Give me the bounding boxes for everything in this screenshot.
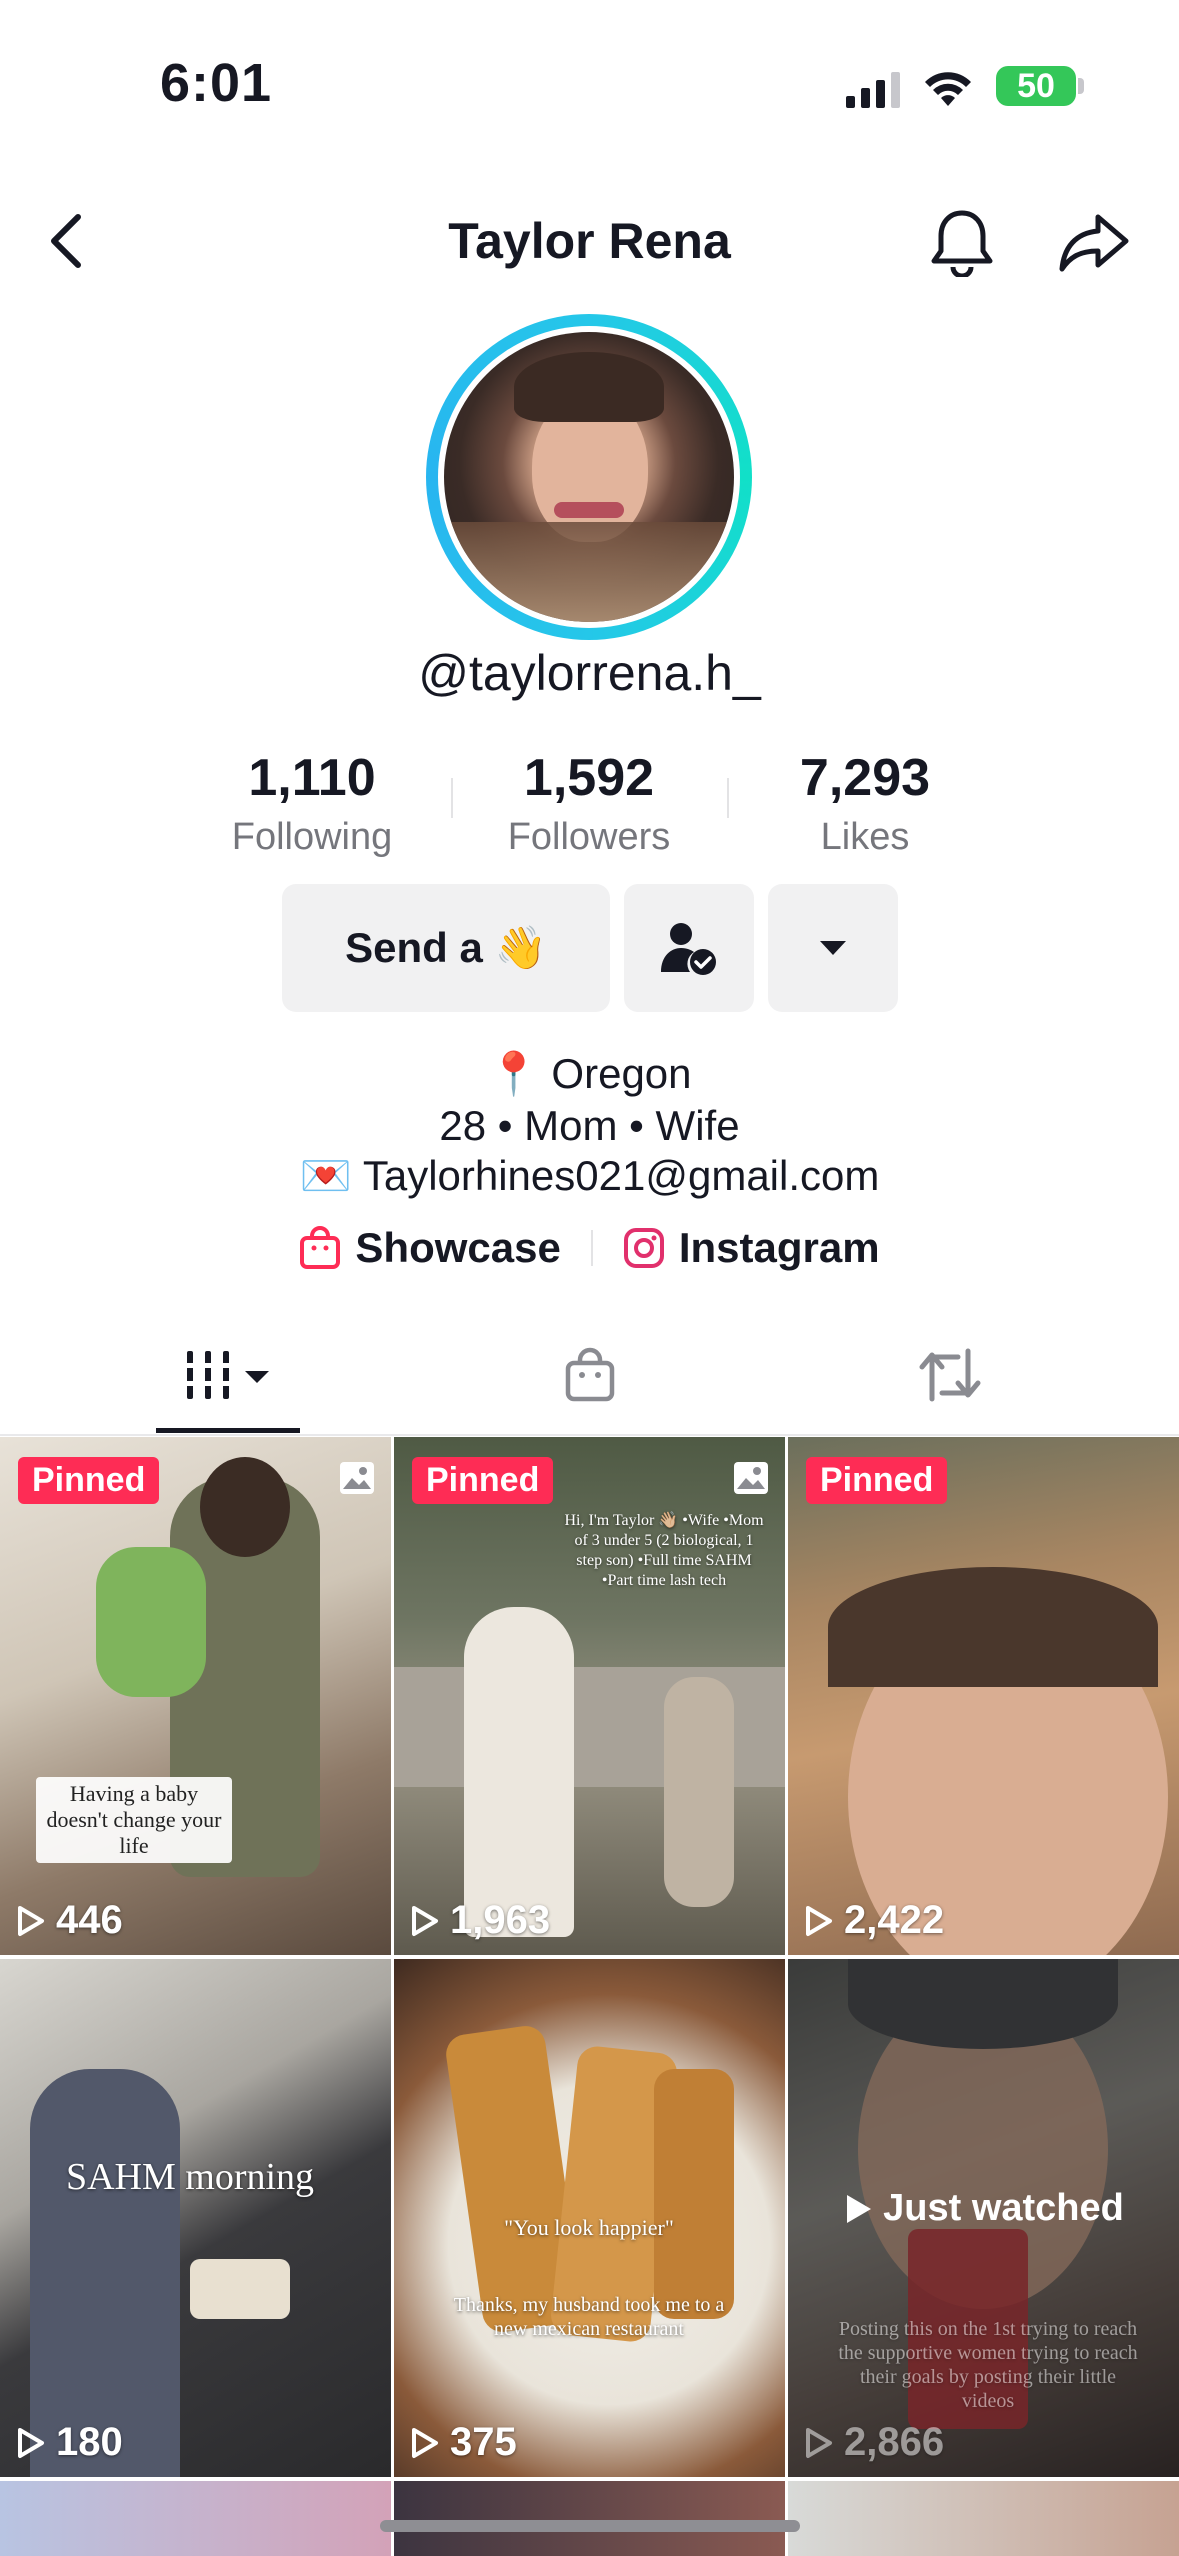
- photo-icon: [734, 1462, 768, 1494]
- view-count-value: 2,866: [844, 2420, 945, 2464]
- instagram-link[interactable]: Instagram: [623, 1224, 880, 1272]
- signal-icon: [846, 72, 902, 113]
- bio-email: 💌 Taylorhines021@gmail.com: [299, 1152, 880, 1199]
- video-caption: Thanks, my husband took me to a new mexi…: [453, 2294, 725, 2340]
- user-check-icon: [661, 923, 716, 975]
- video-thumbnail[interactable]: Just watched Posting this on the 1st try…: [788, 1959, 1179, 2477]
- stat-divider: [727, 778, 729, 818]
- view-count: 446: [16, 1898, 123, 1943]
- view-count-value: 2,422: [844, 1898, 945, 1942]
- view-count-value: 180: [56, 2420, 123, 2464]
- followers-count: 1,592: [523, 749, 655, 807]
- active-tab-indicator: [156, 1428, 300, 1433]
- video-thumbnail[interactable]: Pinned Hi, I'm Taylor 👋🏼 •Wife •Mom of 3…: [394, 1437, 785, 1955]
- following-label: Following: [231, 816, 393, 858]
- view-count-value: 446: [56, 1898, 123, 1942]
- grid-videos-icon: [183, 1351, 269, 1399]
- tabs-divider: [0, 1434, 1179, 1436]
- home-indicator[interactable]: [380, 2520, 800, 2532]
- showcase-label: Showcase: [355, 1224, 561, 1271]
- tab-reposts[interactable]: [900, 1330, 1000, 1420]
- likes-count: 7,293: [799, 749, 931, 807]
- avatar-photo: [444, 332, 734, 622]
- photo-icon: [340, 1462, 374, 1494]
- bio-line: 28 • Mom • Wife: [439, 1102, 740, 1149]
- bell-icon: [931, 210, 993, 277]
- following-count: 1,110: [248, 749, 376, 807]
- play-filled-icon: [847, 2194, 872, 2223]
- followers-stat[interactable]: 1,592 Followers: [464, 748, 714, 859]
- just-watched-label: Just watched: [883, 2187, 1124, 2229]
- send-wave-button[interactable]: Send a 👋: [282, 884, 610, 1012]
- video-thumbnail[interactable]: Pinned Having a baby doesn't change your…: [0, 1437, 391, 1955]
- links-divider: [590, 1230, 593, 1266]
- video-caption: Hi, I'm Taylor 👋🏼 •Wife •Mom of 3 under …: [564, 1512, 764, 1589]
- just-watched-overlay: Just watched: [788, 2187, 1179, 2230]
- video-caption: Having a baby doesn't change your life: [36, 1777, 232, 1863]
- share-arrow-icon: [1059, 214, 1129, 272]
- video-caption: Posting this on the 1st trying to reach …: [838, 2318, 1138, 2412]
- play-outline-icon: [18, 2427, 44, 2458]
- play-outline-icon: [806, 1905, 832, 1936]
- view-count: 1,963: [410, 1898, 550, 1943]
- view-count: 2,422: [804, 1898, 944, 1943]
- view-count-value: 375: [450, 2420, 517, 2464]
- stat-divider: [451, 778, 453, 818]
- tab-shop[interactable]: [540, 1330, 640, 1420]
- share-button[interactable]: [1050, 200, 1138, 284]
- showcase-link[interactable]: Showcase: [299, 1224, 561, 1272]
- view-count: 180: [16, 2420, 123, 2465]
- profile-links: Showcase Instagram: [0, 1224, 1179, 1272]
- likes-stat[interactable]: 7,293 Likes: [740, 748, 990, 859]
- caret-down-icon: [820, 941, 846, 955]
- repost-icon: [919, 1348, 981, 1402]
- following-status-button[interactable]: [624, 884, 754, 1012]
- video-thumbnail[interactable]: "You look happier" Thanks, my husband to…: [394, 1959, 785, 2477]
- likes-label: Likes: [820, 816, 910, 858]
- view-count: 375: [410, 2420, 517, 2465]
- instagram-label: Instagram: [678, 1224, 880, 1271]
- view-count: 2,866: [804, 2420, 944, 2465]
- username-handle: @taylorrena.h_: [418, 645, 761, 701]
- pinned-badge: Pinned: [412, 1457, 554, 1504]
- video-caption: SAHM morning: [65, 2156, 315, 2198]
- followers-label: Followers: [507, 816, 671, 858]
- play-outline-icon: [18, 1905, 44, 1936]
- play-outline-icon: [412, 2427, 438, 2458]
- video-thumbnail[interactable]: SAHM morning 180: [0, 1959, 391, 2477]
- instagram-icon: [623, 1228, 664, 1268]
- video-thumbnail[interactable]: [788, 2481, 1179, 2556]
- following-stat[interactable]: 1,110 Following: [187, 748, 437, 859]
- view-count-value: 1,963: [450, 1898, 551, 1942]
- video-thumbnail[interactable]: [394, 2481, 785, 2556]
- notification-bell-button[interactable]: [920, 200, 1004, 284]
- battery-tip: [1078, 78, 1084, 94]
- play-outline-icon: [412, 1905, 438, 1936]
- shop-bag-icon: [565, 1347, 615, 1402]
- wifi-icon: [922, 66, 974, 113]
- video-thumbnail[interactable]: Pinned 2,422: [788, 1437, 1179, 1955]
- video-thumbnail[interactable]: [0, 2481, 391, 2556]
- pinned-badge: Pinned: [18, 1457, 160, 1504]
- status-time: 6:01: [160, 53, 273, 113]
- play-outline-icon: [806, 2427, 832, 2458]
- pinned-badge: Pinned: [806, 1457, 948, 1504]
- more-options-dropdown[interactable]: [768, 884, 898, 1012]
- video-caption-top: "You look happier": [504, 2215, 674, 2240]
- tab-videos[interactable]: [156, 1330, 300, 1420]
- avatar[interactable]: [426, 314, 752, 640]
- battery-indicator: 50: [996, 66, 1076, 106]
- shop-bag-icon: [300, 1226, 341, 1269]
- bio-location: 📍 Oregon: [487, 1050, 692, 1097]
